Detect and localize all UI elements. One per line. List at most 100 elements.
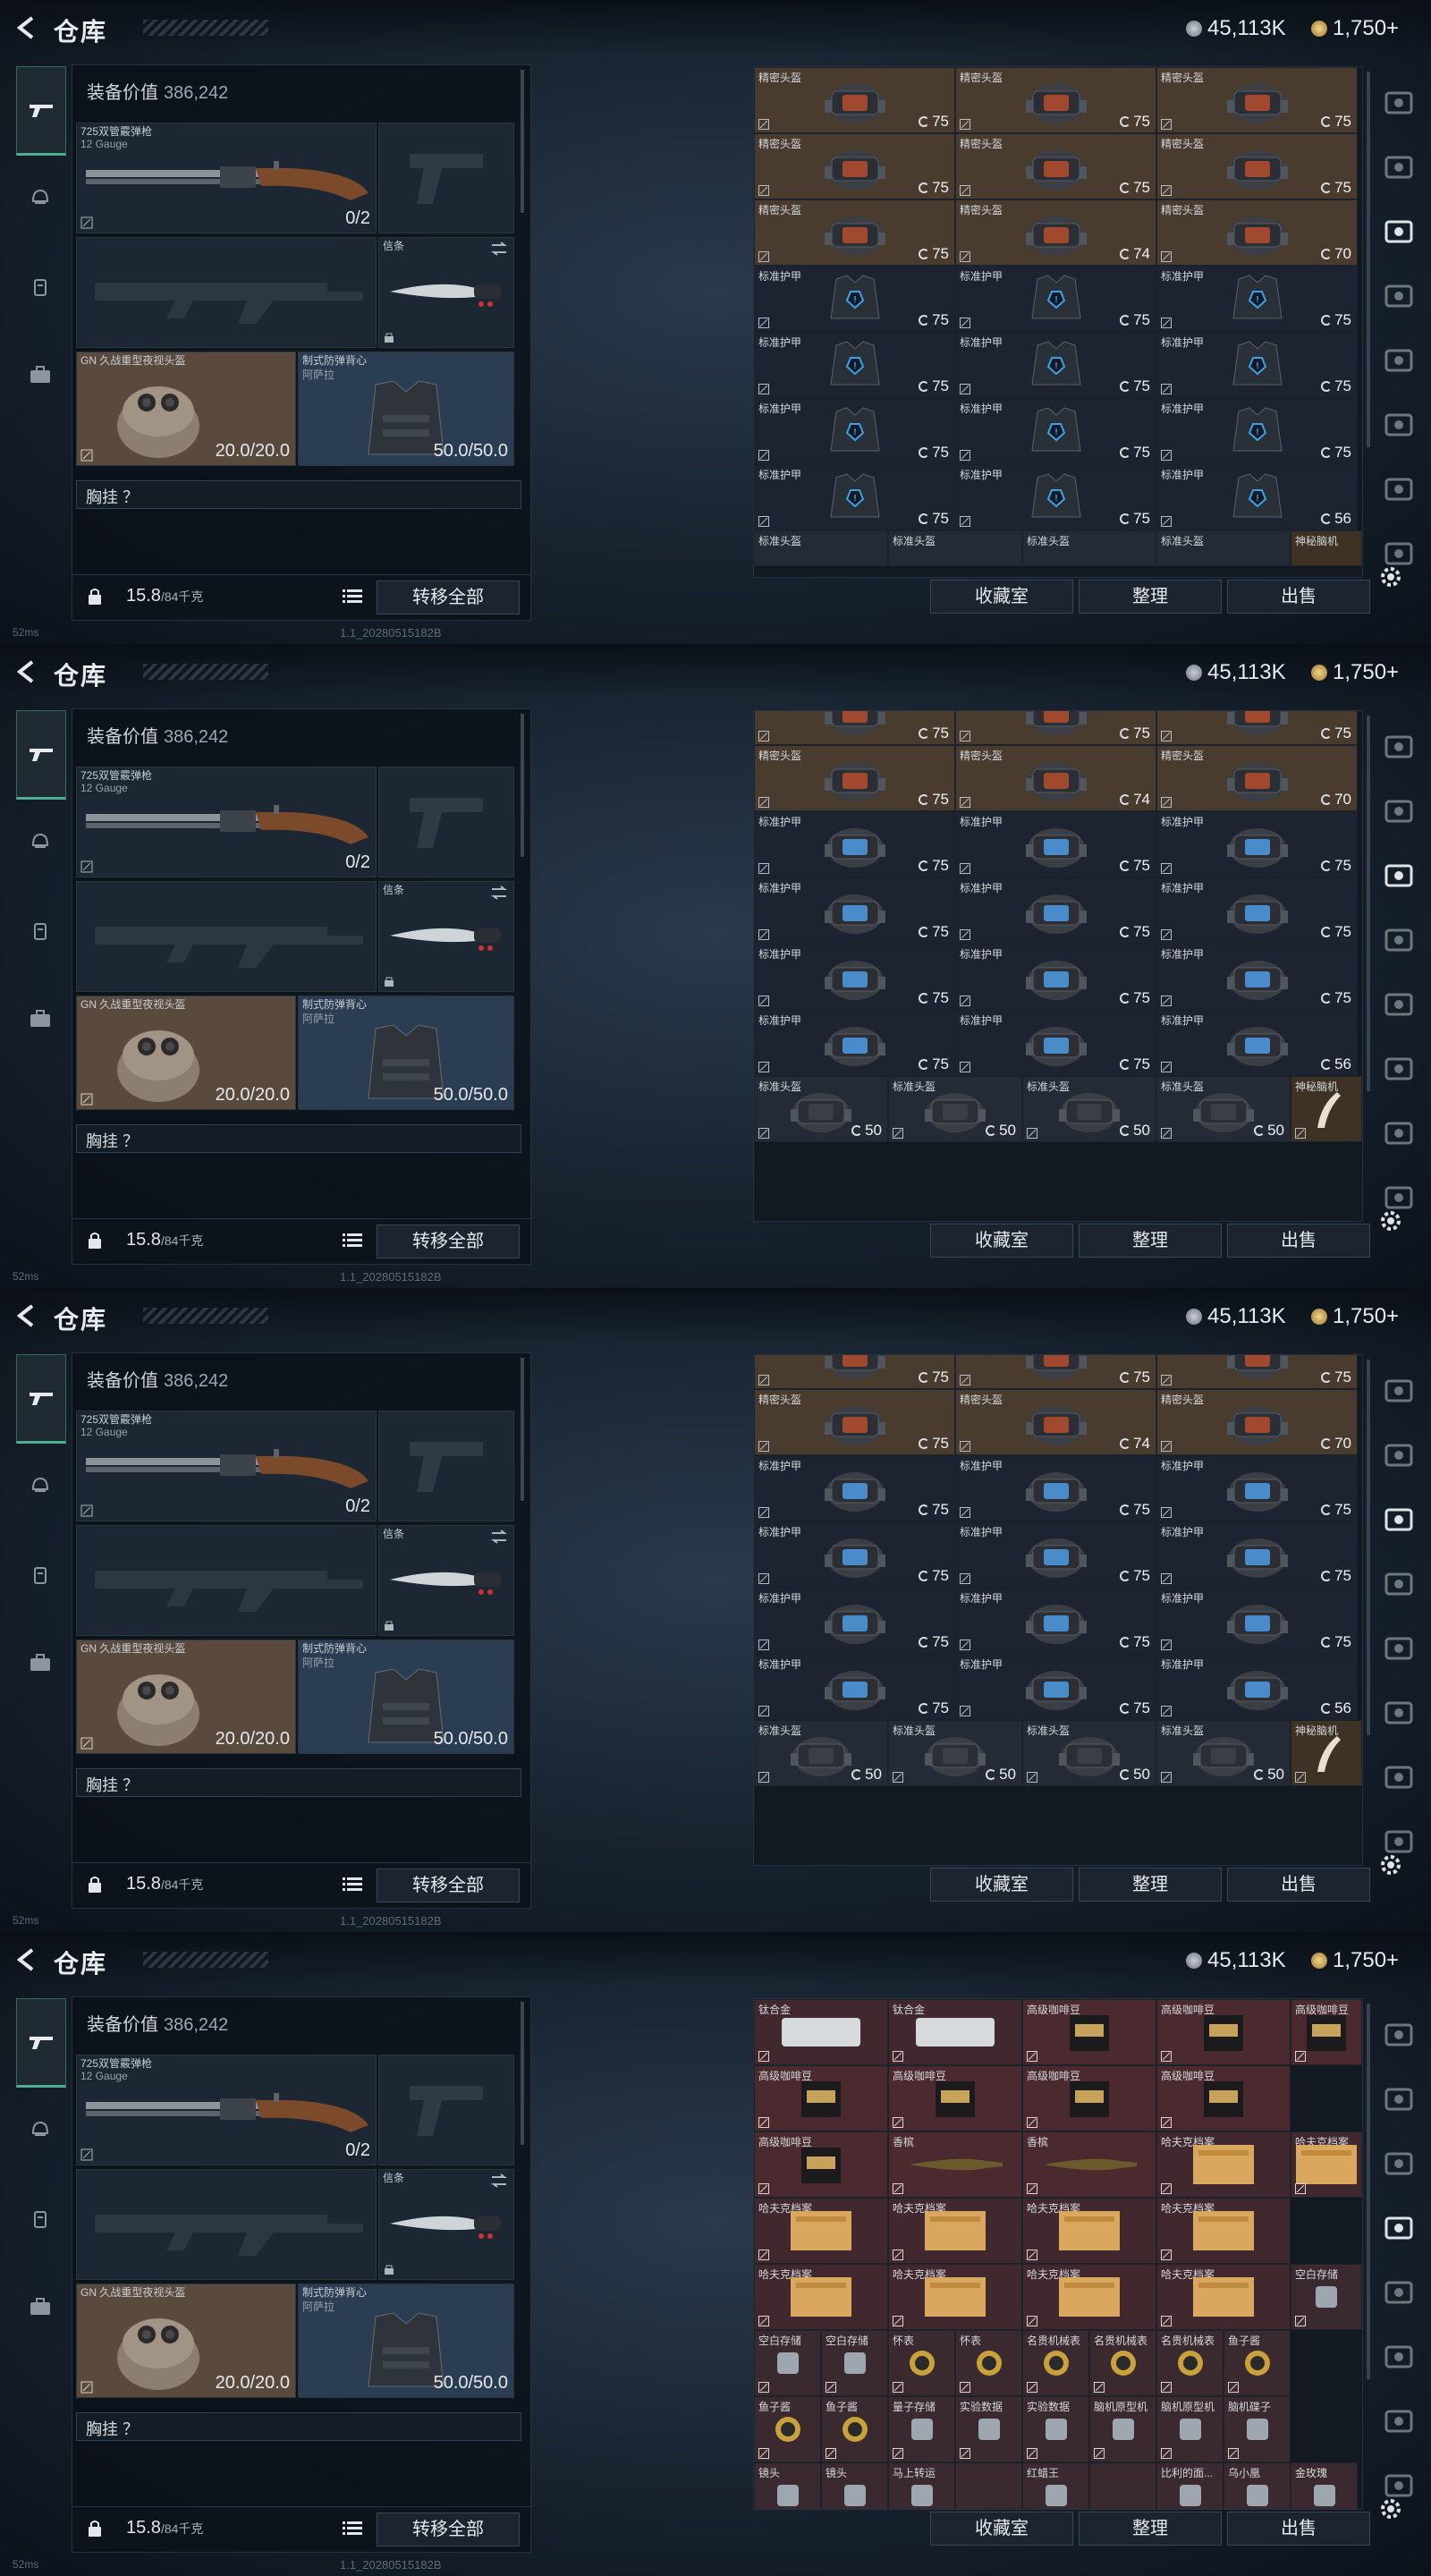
swap-icon[interactable] <box>490 886 508 904</box>
inventory-item[interactable]: 精密头盔 74 <box>955 745 1156 811</box>
inventory-item[interactable]: 标准头盔 50 <box>754 1076 888 1142</box>
inventory-scrollbar[interactable] <box>1367 1360 1370 1735</box>
inventory-item[interactable] <box>955 2462 1022 2509</box>
rail-tab-weapons[interactable] <box>16 1998 66 2088</box>
inventory-item[interactable]: 标准头盔 <box>1156 530 1291 566</box>
melee-slot[interactable]: 信条 <box>378 1525 514 1636</box>
inventory-item[interactable]: 标准护甲! 75 <box>955 464 1156 530</box>
inventory-item[interactable]: 脑机原型机 <box>1156 2396 1224 2462</box>
primary-weapon-slot[interactable]: 725双管霰弹枪 12 Gauge 0/2 <box>76 123 377 233</box>
inventory-item[interactable]: 标准护甲 75 <box>754 1455 955 1521</box>
equipment-scrollbar[interactable] <box>521 2002 524 2145</box>
stash-tab-icon[interactable] <box>1381 986 1417 1021</box>
inventory-item[interactable]: 乌小凰 <box>1224 2462 1291 2509</box>
chest-rig-slot[interactable]: 胸挂 ？ <box>76 480 521 509</box>
inventory-scrollbar[interactable] <box>1367 2004 1370 2379</box>
inventory-item[interactable]: 75 <box>1156 1355 1358 1389</box>
add-stash-icon[interactable] <box>1381 1501 1417 1537</box>
melee-slot[interactable]: 信条 <box>378 2169 514 2280</box>
inventory-item[interactable]: 量子存储 <box>888 2396 955 2462</box>
back-icon[interactable] <box>14 1302 38 1329</box>
inventory-item[interactable]: 名贵机械表 <box>1156 2330 1224 2396</box>
inventory-item[interactable]: 红蜡王 <box>1022 2462 1089 2509</box>
inventory-item[interactable]: 75 <box>1156 711 1358 745</box>
swap-icon[interactable] <box>490 2174 508 2192</box>
rail-tab-armor[interactable] <box>18 2197 63 2241</box>
inventory-item[interactable]: 实验数据 <box>955 2396 1022 2462</box>
inventory-item[interactable]: 金玫瑰 <box>1291 2462 1358 2509</box>
stash-tab-icon[interactable] <box>1381 2402 1417 2438</box>
equipment-scrollbar[interactable] <box>521 1358 524 1501</box>
inventory-item[interactable]: 标准护甲 75 <box>1156 1588 1358 1654</box>
inventory-item[interactable]: 钛合金 <box>754 1999 888 2065</box>
inventory-item[interactable]: 标准头盔 50 <box>1022 1076 1156 1142</box>
chest-rig-slot[interactable]: 胸挂 ？ <box>76 1124 521 1153</box>
inventory-item[interactable]: 标准护甲! 75 <box>754 266 955 332</box>
inventory-item[interactable]: 标准护甲! 75 <box>1156 266 1358 332</box>
stash-tab-icon[interactable] <box>1381 792 1417 828</box>
inventory-item[interactable]: 比利的面... <box>1156 2462 1224 2509</box>
stash-tab-icon[interactable] <box>1381 470 1417 506</box>
inventory-item[interactable]: 标准护甲! 75 <box>955 398 1156 464</box>
primary-weapon-slot[interactable]: 725双管霰弹枪 12 Gauge 0/2 <box>76 767 377 877</box>
inventory-item[interactable]: 标准护甲 75 <box>955 1455 1156 1521</box>
inventory-item[interactable]: 标准护甲 75 <box>1156 1521 1358 1588</box>
inventory-item[interactable]: 标准头盔 50 <box>1156 1720 1291 1786</box>
list-icon[interactable] <box>343 2520 362 2540</box>
inventory-item[interactable]: 高级咖啡豆 <box>1291 1999 1362 2065</box>
stash-tab-icon[interactable] <box>1381 277 1417 313</box>
inventory-item[interactable]: 精密头盔 75 <box>955 67 1156 133</box>
inventory-item[interactable]: 神秘脑机 <box>1291 1076 1362 1142</box>
transfer-all-button[interactable]: 转移全部 <box>377 580 520 614</box>
primary-weapon-slot[interactable]: 725双管霰弹枪 12 Gauge 0/2 <box>76 2055 377 2165</box>
rail-tab-armor[interactable] <box>18 265 63 309</box>
stash-tab-icon[interactable] <box>1381 1114 1417 1150</box>
inventory-item[interactable]: 标准护甲 75 <box>955 811 1156 877</box>
list-icon[interactable] <box>343 1876 362 1896</box>
inventory-item[interactable]: 哈夫克档案 <box>1156 2264 1291 2330</box>
inventory-item[interactable]: 怀表 <box>888 2330 955 2396</box>
transfer-all-button[interactable]: 转移全部 <box>377 1868 520 1902</box>
rail-tab-backpack[interactable] <box>18 2284 63 2329</box>
inventory-scrollbar[interactable] <box>1367 72 1370 447</box>
inventory-item[interactable]: 标准头盔 <box>1022 530 1156 566</box>
rail-tab-weapons[interactable] <box>16 66 66 156</box>
secondary-weapon-slot[interactable] <box>378 2055 514 2165</box>
stash-tab-icon[interactable] <box>1381 2338 1417 2374</box>
list-icon[interactable] <box>343 588 362 608</box>
helmet-slot[interactable]: GN 久战重型夜视头盔 20.0/20.0 <box>76 352 296 466</box>
inventory-item[interactable]: 标准护甲 75 <box>754 944 955 1010</box>
inventory-item[interactable]: 怀表 <box>955 2330 1022 2396</box>
inventory-item[interactable]: 精密头盔 70 <box>1156 745 1358 811</box>
inventory-item[interactable]: 75 <box>955 711 1156 745</box>
rifle-slot[interactable] <box>76 2169 377 2280</box>
inventory-item[interactable]: 精密头盔 75 <box>754 745 955 811</box>
inventory-item[interactable]: 香槟 <box>888 2131 1022 2198</box>
sell-button[interactable]: 出售 <box>1227 580 1370 614</box>
stash-tab-icon[interactable] <box>1381 406 1417 442</box>
inventory-item[interactable]: 哈夫克档案 <box>1156 2131 1291 2198</box>
sell-button[interactable]: 出售 <box>1227 1868 1370 1902</box>
inventory-item[interactable]: 标准头盔 <box>754 530 888 566</box>
inventory-item[interactable]: 哈夫克档案 <box>888 2264 1022 2330</box>
inventory-item[interactable]: 高级咖啡豆 <box>1022 2065 1156 2131</box>
rifle-slot[interactable] <box>76 881 377 992</box>
inventory-item[interactable]: 标准护甲 75 <box>754 1521 955 1588</box>
inventory-item[interactable]: 75 <box>754 1355 955 1389</box>
inventory-item[interactable]: 精密头盔 75 <box>955 133 1156 199</box>
stash-tab-icon[interactable] <box>1381 1630 1417 1665</box>
inventory-item[interactable]: 标准护甲 75 <box>955 1010 1156 1076</box>
stash-tab-icon[interactable] <box>1381 2274 1417 2309</box>
inventory-item[interactable]: 标准头盔 50 <box>1022 1720 1156 1786</box>
inventory-item[interactable]: 精密头盔 75 <box>754 133 955 199</box>
inventory-item[interactable]: 精密头盔 75 <box>1156 133 1358 199</box>
safe-icon[interactable] <box>1381 84 1417 120</box>
helmet-slot[interactable]: GN 久战重型夜视头盔 20.0/20.0 <box>76 2284 296 2398</box>
inventory-item[interactable]: 标准护甲! 75 <box>754 464 955 530</box>
inventory-item[interactable]: 标准护甲 75 <box>1156 1455 1358 1521</box>
inventory-item[interactable]: 标准护甲 75 <box>754 811 955 877</box>
inventory-item[interactable]: 神秘脑机 <box>1291 1720 1362 1786</box>
add-stash-icon[interactable] <box>1381 857 1417 893</box>
inventory-item[interactable]: 标准头盔 <box>888 530 1022 566</box>
inventory-item[interactable]: 精密头盔 70 <box>1156 199 1358 266</box>
